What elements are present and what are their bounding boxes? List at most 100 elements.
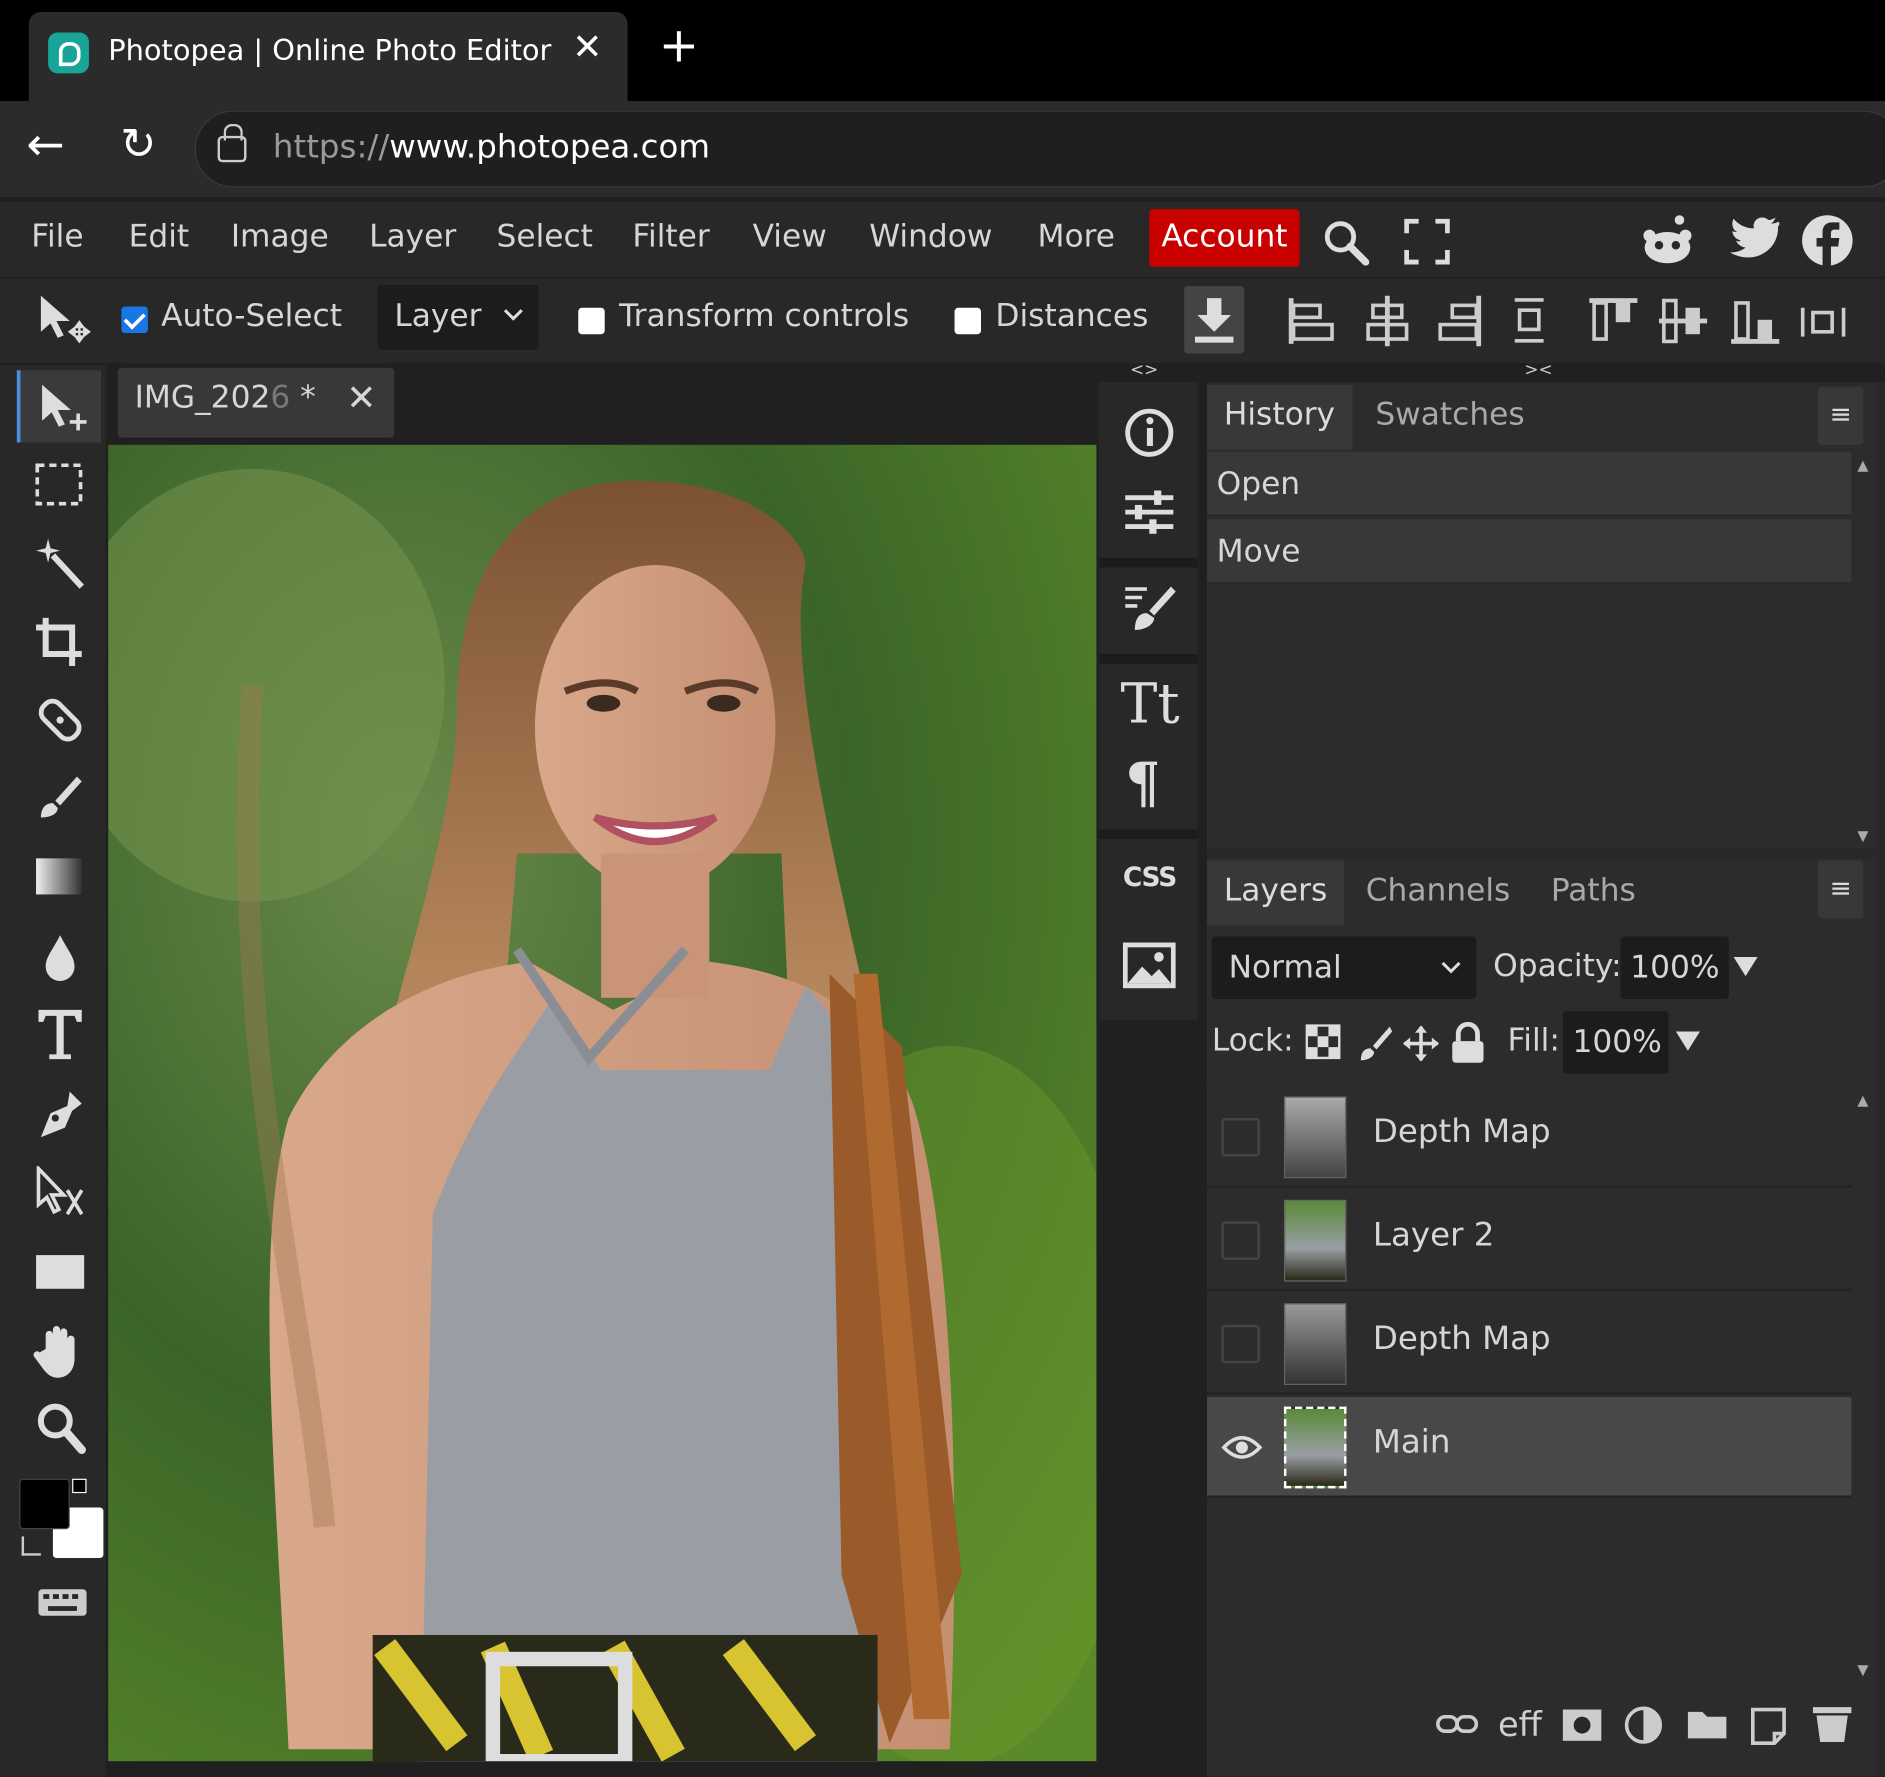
close-document-icon[interactable]: ✕ xyxy=(346,377,376,419)
info-panel-button[interactable] xyxy=(1099,392,1198,469)
mask-icon[interactable] xyxy=(1560,1707,1603,1743)
canvas-area[interactable] xyxy=(108,444,1097,1762)
new-layer-icon[interactable] xyxy=(1748,1705,1791,1746)
transform-controls-checkbox[interactable] xyxy=(578,307,605,335)
history-panel-menu-icon[interactable]: ≡ xyxy=(1817,387,1864,445)
layer-visibility-toggle[interactable] xyxy=(1221,1118,1260,1157)
paragraph-panel-button[interactable]: ¶ xyxy=(1099,748,1198,825)
brush-tool-button[interactable] xyxy=(17,762,101,834)
twitter-icon[interactable] xyxy=(1726,216,1780,262)
crop-tool-button[interactable] xyxy=(17,606,101,678)
image-panel-button[interactable] xyxy=(1099,928,1198,1005)
align-bottom-icon[interactable] xyxy=(1729,293,1782,348)
gradient-tool-button[interactable] xyxy=(17,842,101,914)
menu-more[interactable]: More xyxy=(1037,216,1115,257)
menu-file[interactable]: File xyxy=(31,216,83,257)
download-align-button[interactable] xyxy=(1184,286,1245,354)
new-tab-icon[interactable]: + xyxy=(659,22,699,70)
browser-tab[interactable]: Photopea | Online Photo Editor ✕ xyxy=(28,12,628,101)
distances-checkbox[interactable] xyxy=(954,307,981,335)
path-select-tool-button[interactable] xyxy=(17,1157,101,1229)
tab-channels[interactable]: Channels xyxy=(1366,873,1511,909)
move-tool-button[interactable] xyxy=(16,370,101,443)
hand-tool-button[interactable] xyxy=(17,1315,101,1387)
layer-row[interactable]: Depth Map xyxy=(1207,1293,1852,1395)
history-scroll-down-icon[interactable]: ▼ xyxy=(1857,827,1868,844)
adjustments-panel-button[interactable] xyxy=(1099,474,1198,551)
menu-window[interactable]: Window xyxy=(869,216,992,257)
align-top-icon[interactable] xyxy=(1587,293,1640,348)
align-left-icon[interactable] xyxy=(1284,293,1337,348)
auto-select-checkbox[interactable] xyxy=(121,306,148,334)
type-tool-button[interactable] xyxy=(17,998,101,1070)
align-center-horizontal-icon[interactable] xyxy=(1363,293,1411,348)
tab-swatches[interactable]: Swatches xyxy=(1375,397,1524,433)
opacity-field[interactable]: 100% xyxy=(1620,936,1729,1000)
shape-tool-button[interactable] xyxy=(17,1236,101,1308)
layers-scroll-up-icon[interactable]: ▲ xyxy=(1857,1092,1868,1109)
marquee-tool-button[interactable] xyxy=(17,450,101,522)
fullscreen-icon[interactable] xyxy=(1404,218,1450,265)
menu-select[interactable]: Select xyxy=(497,216,593,257)
default-colors-icon[interactable] xyxy=(72,1478,87,1494)
close-tab-icon[interactable]: ✕ xyxy=(572,26,602,68)
tab-layers[interactable]: Layers xyxy=(1207,860,1345,926)
url-bar[interactable]: https://www.photopea.com xyxy=(194,110,1885,188)
layer-row[interactable]: Layer 2 xyxy=(1207,1190,1852,1292)
document-tab[interactable]: IMG_2026 * ✕ xyxy=(117,367,395,438)
tab-paths[interactable]: Paths xyxy=(1551,873,1636,909)
move-tool-icon[interactable] xyxy=(36,293,94,346)
layer-row[interactable]: Depth Map xyxy=(1207,1086,1852,1188)
site-info-lock-icon[interactable] xyxy=(217,123,247,163)
blur-tool-button[interactable] xyxy=(17,921,101,993)
tab-history[interactable]: History xyxy=(1207,384,1352,450)
lock-position-icon[interactable] xyxy=(1402,1024,1440,1062)
distribute-horizontal-icon[interactable] xyxy=(1798,303,1851,341)
layer-visibility-toggle[interactable] xyxy=(1221,1324,1260,1364)
zoom-tool-button[interactable] xyxy=(17,1392,101,1464)
link-icon[interactable] xyxy=(1435,1707,1479,1741)
layer-row-selected[interactable]: Main xyxy=(1207,1396,1852,1498)
character-panel-button[interactable]: Tt xyxy=(1099,668,1198,745)
layers-panel-menu-icon[interactable]: ≡ xyxy=(1817,860,1864,919)
fill-field[interactable]: 100% xyxy=(1562,1011,1669,1074)
reddit-icon[interactable] xyxy=(1640,214,1695,267)
layer-visibility-toggle[interactable] xyxy=(1221,1221,1260,1260)
opacity-dropdown-arrow-icon[interactable] xyxy=(1731,955,1760,979)
blend-mode-dropdown[interactable]: Normal xyxy=(1211,936,1477,1000)
menu-view[interactable]: View xyxy=(753,216,827,257)
swap-colors-icon[interactable] xyxy=(21,1536,41,1556)
css-panel-button[interactable]: CSS xyxy=(1099,849,1198,926)
collapse-right-toggle[interactable]: >< xyxy=(1524,361,1552,380)
align-middle-vertical-icon[interactable] xyxy=(1657,293,1710,348)
folder-icon[interactable] xyxy=(1685,1707,1728,1743)
foreground-color-swatch[interactable] xyxy=(19,1478,70,1530)
menu-layer[interactable]: Layer xyxy=(369,216,456,257)
collapse-left-toggle[interactable]: <> xyxy=(1130,361,1158,380)
menu-edit[interactable]: Edit xyxy=(129,216,190,257)
history-scroll-up-icon[interactable]: ▲ xyxy=(1857,457,1868,474)
back-arrow-icon[interactable]: ← xyxy=(26,118,64,171)
lock-pixels-brush-icon[interactable] xyxy=(1356,1024,1393,1062)
layers-scroll-down-icon[interactable]: ▼ xyxy=(1857,1661,1868,1678)
menu-image[interactable]: Image xyxy=(231,216,329,257)
brush-settings-panel-button[interactable] xyxy=(1099,572,1198,649)
align-right-icon[interactable] xyxy=(1438,293,1486,348)
adjustment-layer-icon[interactable] xyxy=(1623,1705,1666,1746)
trash-icon[interactable] xyxy=(1811,1702,1854,1745)
keyboard-icon[interactable] xyxy=(36,1584,89,1620)
eye-icon[interactable] xyxy=(1221,1433,1263,1462)
effects-icon[interactable]: eff xyxy=(1498,1705,1542,1745)
magic-wand-tool-button[interactable] xyxy=(17,527,101,599)
menu-filter[interactable]: Filter xyxy=(632,216,709,257)
pen-tool-button[interactable] xyxy=(17,1077,101,1149)
search-icon[interactable] xyxy=(1320,216,1373,269)
lock-transparency-icon[interactable] xyxy=(1305,1024,1342,1060)
distribute-vertical-icon[interactable] xyxy=(1512,293,1546,348)
fill-dropdown-arrow-icon[interactable] xyxy=(1673,1029,1702,1053)
history-item[interactable]: Move xyxy=(1207,519,1852,585)
lock-all-icon[interactable] xyxy=(1450,1021,1486,1065)
facebook-icon[interactable] xyxy=(1801,214,1854,267)
history-item[interactable]: Open xyxy=(1207,452,1852,517)
healing-tool-button[interactable] xyxy=(17,683,101,755)
